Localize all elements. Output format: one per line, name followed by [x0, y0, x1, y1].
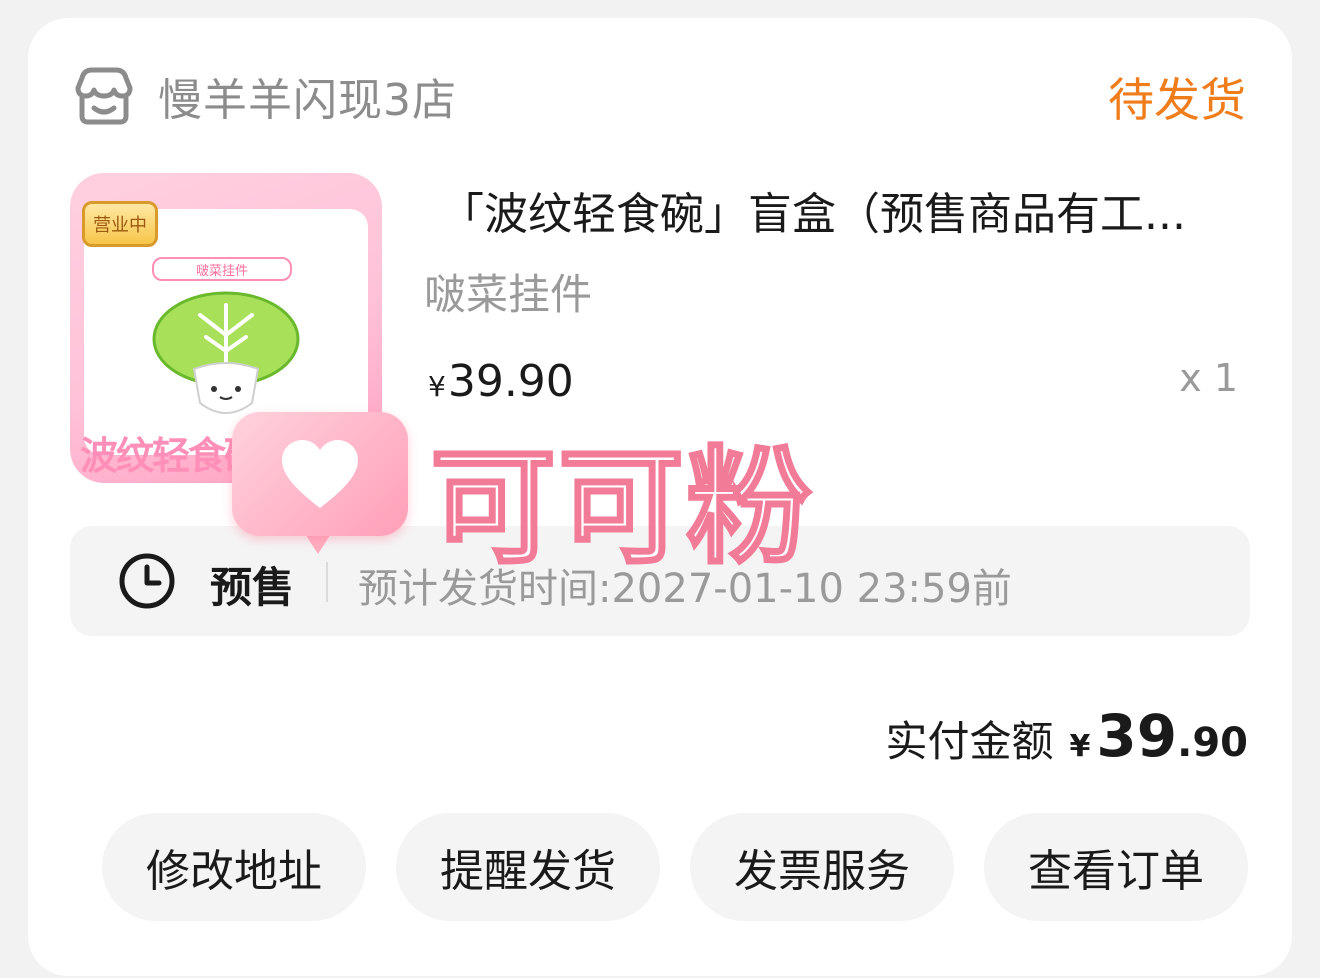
total-label: 实付金额	[885, 717, 1054, 766]
watermark: 可可粉	[232, 412, 832, 583]
product-variant: 啵菜挂件	[424, 270, 593, 319]
thumbnail-badge: 营业中	[82, 201, 158, 247]
shop-header[interactable]: 慢羊羊闪现3店	[72, 62, 457, 130]
total-integer: 39	[1096, 702, 1178, 770]
modify-address-button[interactable]: 修改地址	[102, 813, 366, 921]
cabbage-illustration	[152, 291, 300, 414]
product-quantity: x 1	[1179, 356, 1238, 400]
shop-name[interactable]: 慢羊羊闪现3店	[158, 64, 457, 128]
view-order-button[interactable]: 查看订单	[984, 813, 1248, 921]
price-value: 39.90	[447, 356, 574, 407]
thumbnail-label: 啵菜挂件	[152, 257, 292, 281]
price-symbol: ¥	[428, 370, 446, 403]
heart-icon	[282, 440, 358, 508]
invoice-service-button[interactable]: 发票服务	[690, 813, 954, 921]
clock-icon	[119, 553, 175, 609]
total-decimal: .90	[1177, 720, 1248, 766]
watermark-text: 可可粉	[429, 433, 814, 583]
order-total: 实付金额 ¥ 39 .90	[886, 702, 1248, 770]
remind-shipping-button[interactable]: 提醒发货	[396, 813, 660, 921]
product-title[interactable]: 「波纹轻食碗」盲盒（预售商品有工...	[440, 178, 1246, 242]
product-price: ¥39.90	[428, 356, 574, 407]
shop-icon	[75, 67, 133, 125]
total-symbol: ¥	[1069, 729, 1091, 764]
order-status: 待发货	[1108, 73, 1246, 127]
